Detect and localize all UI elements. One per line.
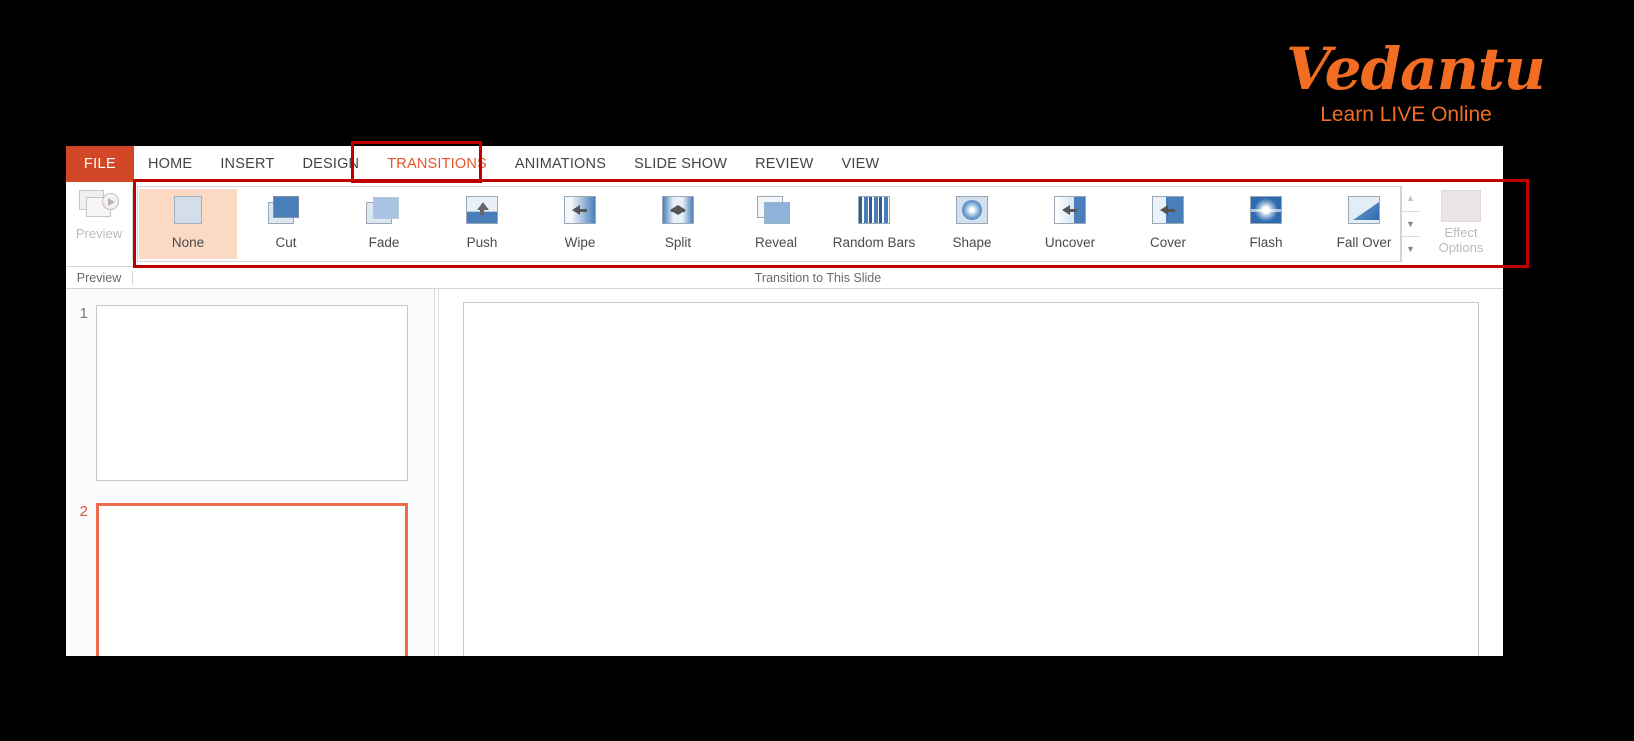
transition-item-random-bars[interactable]: Random Bars — [825, 189, 923, 259]
transition-item-split[interactable]: Split — [629, 189, 727, 259]
transition-shape-icon — [950, 194, 994, 230]
transition-item-wipe[interactable]: Wipe — [531, 189, 629, 259]
tab-home[interactable]: HOME — [134, 146, 206, 182]
transition-label: Cut — [275, 235, 297, 250]
preview-button-label: Preview — [75, 226, 123, 241]
transition-fade-icon — [362, 194, 406, 230]
logo-tagline: Learn LIVE Online — [1320, 103, 1492, 126]
transition-flash-icon — [1244, 194, 1288, 230]
transition-label: Flash — [1249, 235, 1283, 250]
logo-wordmark: Vedantu — [1286, 35, 1546, 103]
transition-item-none[interactable]: None — [139, 189, 237, 259]
slide-thumbnail-preview[interactable] — [96, 305, 408, 481]
tab-view[interactable]: VIEW — [828, 146, 894, 182]
transition-item-fall-over[interactable]: Fall Over — [1315, 189, 1400, 259]
group-caption-transition-to-this-slide: Transition to This Slide — [754, 270, 882, 285]
transition-label: None — [171, 235, 205, 250]
slide-number: 2 — [79, 503, 88, 520]
transition-random-bars-icon — [852, 194, 896, 230]
transition-fall-over-icon — [1342, 194, 1386, 230]
effect-options-label-line2: Options — [1438, 240, 1484, 255]
group-caption-preview: Preview — [76, 270, 122, 285]
transition-label: Reveal — [754, 235, 798, 250]
gallery-scroll-down-button[interactable]: ▼ — [1402, 212, 1419, 238]
powerpoint-window: FILE HOME INSERT DESIGN TRANSITIONS ANIM… — [66, 146, 1503, 656]
effect-options-button[interactable]: Effect Options — [1419, 182, 1503, 266]
transition-gallery[interactable]: None Cut Fade Push Wipe Split Reveal Ran… — [137, 186, 1401, 262]
transition-none-icon — [166, 194, 210, 230]
tab-review[interactable]: REVIEW — [741, 146, 827, 182]
transition-item-push[interactable]: Push — [433, 189, 531, 259]
transition-cover-icon — [1146, 194, 1190, 230]
slide-thumbnail-1[interactable]: 1 — [66, 305, 434, 481]
transition-item-cut[interactable]: Cut — [237, 189, 335, 259]
transition-label: Fade — [368, 235, 400, 250]
transition-label: Shape — [952, 235, 992, 250]
transition-label: Push — [466, 235, 498, 250]
ribbon-tab-strip: FILE HOME INSERT DESIGN TRANSITIONS ANIM… — [66, 146, 1503, 182]
transition-label: Random Bars — [832, 235, 916, 250]
vedantu-logo: Vedantu Learn LIVE Online — [1286, 35, 1546, 142]
transition-label: Uncover — [1044, 235, 1096, 250]
transition-label: Split — [664, 235, 692, 250]
transition-gallery-group: None Cut Fade Push Wipe Split Reveal Ran… — [133, 182, 1419, 266]
transition-item-uncover[interactable]: Uncover — [1021, 189, 1119, 259]
slide-thumbnail-2[interactable]: 2 — [66, 503, 434, 656]
transition-label: Fall Over — [1336, 235, 1392, 250]
transition-label: Cover — [1149, 235, 1186, 250]
transition-item-fade[interactable]: Fade — [335, 189, 433, 259]
slide-number: 1 — [79, 305, 88, 322]
gallery-scroll-controls: ▲ ▼ ▼ — [1401, 186, 1419, 262]
transition-item-reveal[interactable]: Reveal — [727, 189, 825, 259]
preview-button[interactable]: Preview — [66, 182, 132, 266]
transition-item-flash[interactable]: Flash — [1217, 189, 1315, 259]
tab-slide-show[interactable]: SLIDE SHOW — [620, 146, 741, 182]
slide-thumbnail-preview-selected[interactable] — [96, 503, 408, 656]
transition-wipe-icon — [558, 194, 602, 230]
effect-options-icon — [1441, 190, 1481, 222]
preview-play-icon — [79, 190, 119, 224]
workspace: 1 2 — [66, 289, 1503, 656]
tab-transitions[interactable]: TRANSITIONS — [373, 146, 501, 182]
transition-cut-icon — [264, 194, 308, 230]
transition-label: Wipe — [564, 235, 596, 250]
tab-strip-filler — [893, 146, 1503, 182]
ribbon-body: Preview None Cut Fade Push Wipe Split Re… — [66, 182, 1503, 267]
transition-reveal-icon — [754, 194, 798, 230]
gallery-more-button[interactable]: ▼ — [1402, 237, 1419, 262]
transition-split-icon — [656, 194, 700, 230]
slide-canvas[interactable] — [463, 302, 1479, 656]
slide-thumbnail-pane[interactable]: 1 2 — [66, 289, 435, 656]
gallery-scroll-up-button[interactable]: ▲ — [1402, 186, 1419, 212]
tab-animations[interactable]: ANIMATIONS — [501, 146, 620, 182]
effect-options-label-line1: Effect — [1444, 225, 1478, 240]
transition-push-icon — [460, 194, 504, 230]
ribbon-group-caption-bar: Preview Transition to This Slide — [66, 267, 1503, 289]
tab-insert[interactable]: INSERT — [206, 146, 288, 182]
tab-file[interactable]: FILE — [66, 146, 134, 182]
transition-item-cover[interactable]: Cover — [1119, 189, 1217, 259]
tab-design[interactable]: DESIGN — [288, 146, 373, 182]
transition-uncover-icon — [1048, 194, 1092, 230]
slide-editor-pane[interactable] — [439, 289, 1503, 656]
screenshot-root: Vedantu Learn LIVE Online FILE HOME INSE… — [0, 0, 1634, 741]
transition-item-shape[interactable]: Shape — [923, 189, 1021, 259]
